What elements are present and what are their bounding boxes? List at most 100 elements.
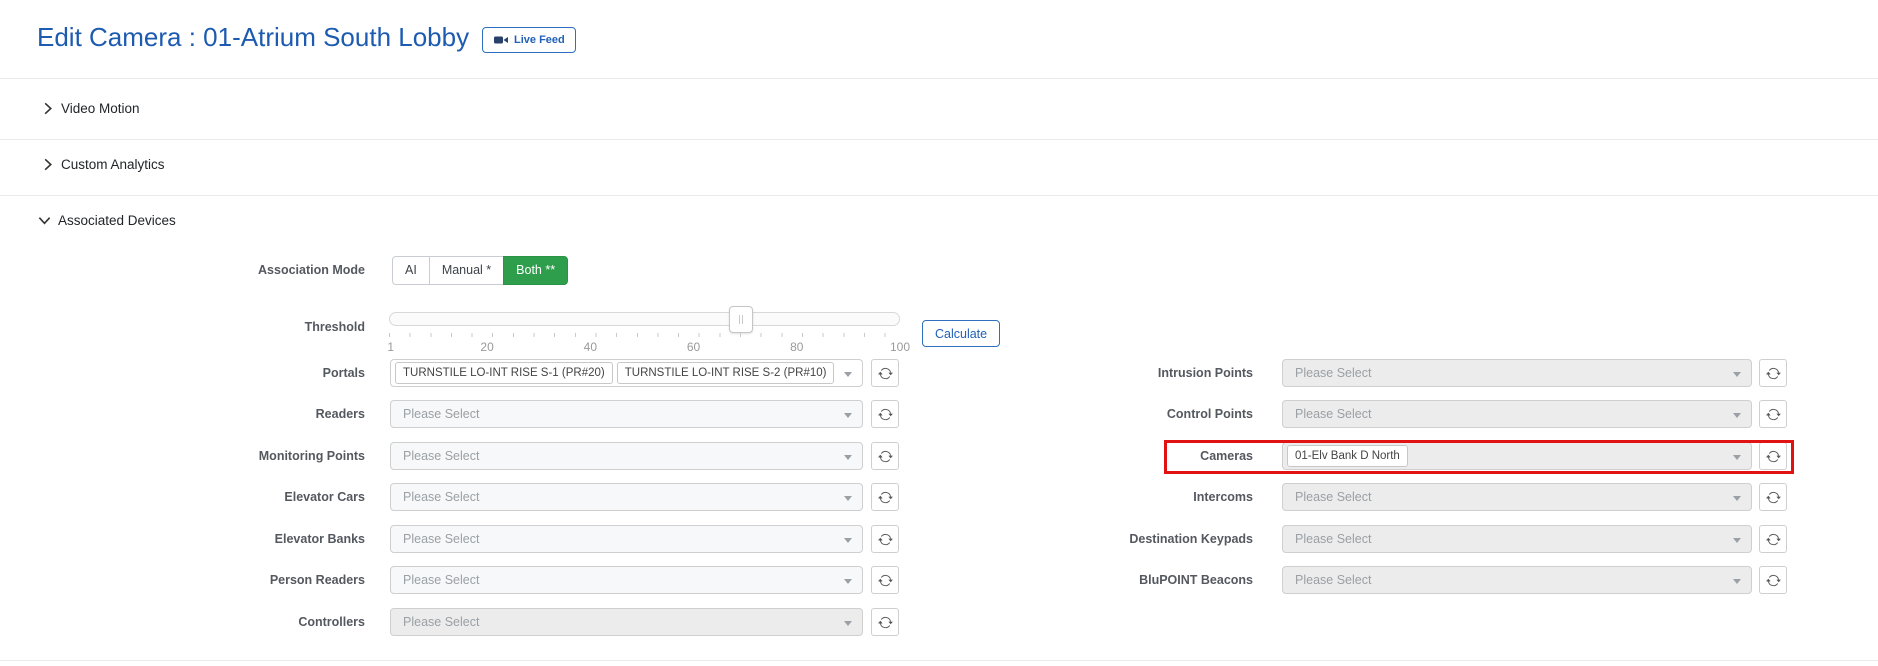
refresh-icon xyxy=(877,616,893,628)
intercoms-label: Intercoms xyxy=(1193,490,1253,504)
placeholder-text: Please Select xyxy=(1295,490,1372,504)
divider xyxy=(0,139,1878,140)
chevron-down-icon xyxy=(844,455,852,460)
placeholder-text: Please Select xyxy=(403,449,480,463)
section-video-motion[interactable]: Video Motion xyxy=(40,101,140,116)
placeholder-text: Please Select xyxy=(403,407,480,421)
threshold-slider-handle[interactable] xyxy=(729,306,754,333)
chevron-down-icon xyxy=(1733,372,1741,377)
cameras-tag[interactable]: 01-Elv Bank D North xyxy=(1287,445,1408,467)
section-label: Custom Analytics xyxy=(61,157,165,172)
monitoring-points-label: Monitoring Points xyxy=(258,449,365,463)
section-associated-devices[interactable]: Associated Devices xyxy=(37,213,176,228)
chevron-down-icon xyxy=(844,413,852,418)
placeholder-text: Please Select xyxy=(1295,407,1372,421)
monitoring-points-select[interactable]: Please Select xyxy=(390,442,863,470)
destination-keypads-label: Destination Keypads xyxy=(1129,532,1253,546)
placeholder-text: Please Select xyxy=(403,490,480,504)
tick-label: 20 xyxy=(480,340,494,354)
chevron-down-icon xyxy=(844,579,852,584)
chevron-right-icon xyxy=(40,157,55,172)
section-label: Associated Devices xyxy=(58,213,176,228)
refresh-icon xyxy=(1765,533,1781,545)
controllers-select[interactable]: Please Select xyxy=(390,608,863,636)
destination-keypads-refresh-button[interactable] xyxy=(1759,525,1787,553)
page-title: Edit Camera : 01-Atrium South Lobby xyxy=(37,22,470,52)
tick-label: 100 xyxy=(889,340,911,354)
destination-keypads-select[interactable]: Please Select xyxy=(1282,525,1752,553)
elevator-banks-refresh-button[interactable] xyxy=(871,525,899,553)
chevron-down-icon xyxy=(844,621,852,626)
placeholder-text: Please Select xyxy=(403,532,480,546)
readers-select[interactable]: Please Select xyxy=(390,400,863,428)
placeholder-text: Please Select xyxy=(1295,573,1372,587)
cameras-refresh-button[interactable] xyxy=(1759,442,1787,470)
intercoms-refresh-button[interactable] xyxy=(1759,483,1787,511)
divider xyxy=(0,660,1878,661)
chevron-down-icon xyxy=(1733,496,1741,501)
refresh-icon xyxy=(1765,574,1781,586)
person-readers-refresh-button[interactable] xyxy=(871,566,899,594)
portals-label: Portals xyxy=(322,366,365,380)
video-camera-icon xyxy=(493,32,509,48)
placeholder-text: Please Select xyxy=(1295,532,1372,546)
intercoms-select[interactable]: Please Select xyxy=(1282,483,1752,511)
monitoring-points-refresh-button[interactable] xyxy=(871,442,899,470)
live-feed-button[interactable]: Live Feed xyxy=(482,27,576,53)
association-mode-ai-button[interactable]: AI xyxy=(392,256,429,285)
chevron-down-icon xyxy=(1733,579,1741,584)
placeholder-text: Please Select xyxy=(403,615,480,629)
refresh-icon xyxy=(877,491,893,503)
placeholder-text: Please Select xyxy=(1295,366,1372,380)
blupoint-beacons-select[interactable]: Please Select xyxy=(1282,566,1752,594)
person-readers-select[interactable]: Please Select xyxy=(390,566,863,594)
tick-label: 1 xyxy=(387,340,395,354)
cameras-select[interactable]: 01-Elv Bank D North xyxy=(1282,442,1752,470)
association-mode-manual-button[interactable]: Manual * xyxy=(428,256,504,285)
live-feed-label: Live Feed xyxy=(514,34,565,46)
chevron-down-icon xyxy=(1733,538,1741,543)
portals-refresh-button[interactable] xyxy=(871,359,899,387)
chevron-down-icon xyxy=(844,538,852,543)
refresh-icon xyxy=(877,367,893,379)
controllers-refresh-button[interactable] xyxy=(871,608,899,636)
tick-label: 60 xyxy=(686,340,701,354)
placeholder-text: Please Select xyxy=(403,573,480,587)
blupoint-beacons-label: BluPOINT Beacons xyxy=(1139,573,1253,587)
association-mode-group: AI Manual * Both ** xyxy=(392,256,569,285)
refresh-icon xyxy=(877,533,893,545)
chevron-down-icon xyxy=(844,496,852,501)
control-points-refresh-button[interactable] xyxy=(1759,400,1787,428)
threshold-label: Threshold xyxy=(304,320,365,334)
readers-label: Readers xyxy=(315,407,365,421)
chevron-down-icon xyxy=(37,213,52,228)
readers-refresh-button[interactable] xyxy=(871,400,899,428)
chevron-down-icon xyxy=(844,372,852,377)
control-points-select[interactable]: Please Select xyxy=(1282,400,1752,428)
section-label: Video Motion xyxy=(61,101,140,116)
intrusion-points-refresh-button[interactable] xyxy=(1759,359,1787,387)
association-mode-label: Association Mode xyxy=(258,263,365,277)
threshold-slider[interactable] xyxy=(389,306,900,333)
chevron-down-icon xyxy=(1733,413,1741,418)
portals-tag[interactable]: TURNSTILE LO-INT RISE S-2 (PR#10) xyxy=(616,362,835,384)
elevator-cars-refresh-button[interactable] xyxy=(871,483,899,511)
refresh-icon xyxy=(877,408,893,420)
control-points-label: Control Points xyxy=(1166,407,1253,421)
intrusion-points-label: Intrusion Points xyxy=(1157,366,1253,380)
refresh-icon xyxy=(1765,450,1781,462)
blupoint-beacons-refresh-button[interactable] xyxy=(1759,566,1787,594)
portals-select[interactable]: TURNSTILE LO-INT RISE S-1 (PR#20) TURNST… xyxy=(390,359,863,387)
cameras-label: Cameras xyxy=(1200,449,1253,463)
refresh-icon xyxy=(877,450,893,462)
elevator-cars-select[interactable]: Please Select xyxy=(390,483,863,511)
threshold-tick-marks xyxy=(389,333,900,337)
elevator-banks-select[interactable]: Please Select xyxy=(390,525,863,553)
section-custom-analytics[interactable]: Custom Analytics xyxy=(40,157,165,172)
person-readers-label: Person Readers xyxy=(269,573,365,587)
calculate-button[interactable]: Calculate xyxy=(922,320,1001,347)
association-mode-both-button[interactable]: Both ** xyxy=(503,256,569,285)
threshold-tick-labels: 1 20 40 60 80 100 xyxy=(387,340,910,356)
intrusion-points-select[interactable]: Please Select xyxy=(1282,359,1752,387)
portals-tag[interactable]: TURNSTILE LO-INT RISE S-1 (PR#20) xyxy=(395,362,613,384)
